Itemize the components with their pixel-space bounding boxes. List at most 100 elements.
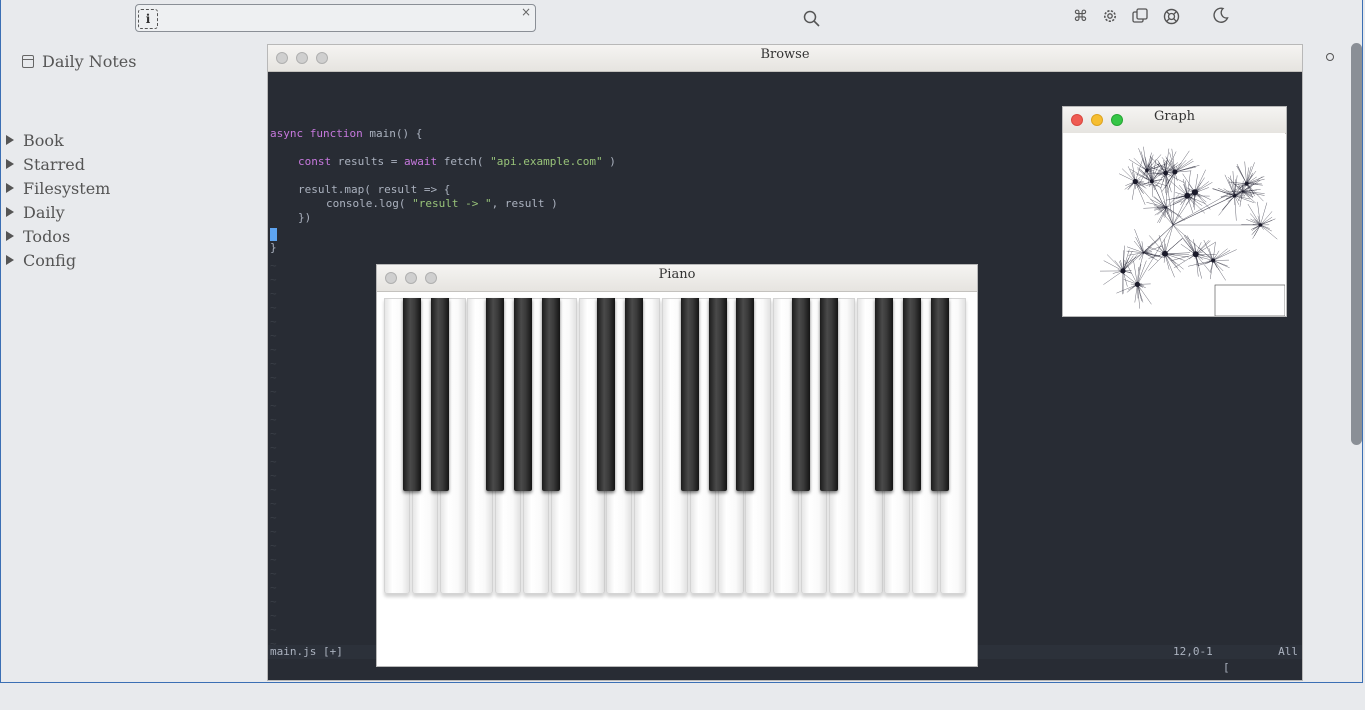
info-icon[interactable]: i — [138, 9, 158, 29]
empty-line-marker: ~ — [270, 329, 277, 342]
expand-arrow-icon[interactable] — [6, 255, 14, 265]
maximize-button[interactable] — [425, 272, 437, 284]
graph-window[interactable]: Graph — [1062, 106, 1287, 317]
daily-notes-link[interactable]: Daily Notes — [22, 52, 136, 71]
tree-item-book[interactable]: Book — [6, 128, 110, 152]
calendar-icon — [22, 55, 34, 68]
empty-line-marker: ~ — [270, 455, 277, 468]
piano-keyboard[interactable] — [384, 298, 969, 594]
graph-node — [1149, 179, 1154, 184]
code-line: } — [270, 241, 277, 254]
network-graph-image[interactable] — [1063, 133, 1285, 316]
piano-titlebar[interactable]: Piano — [377, 265, 977, 292]
piano-black-key[interactable] — [875, 298, 894, 491]
text-cursor — [270, 228, 277, 241]
minimize-button[interactable] — [296, 52, 308, 64]
daily-notes-label: Daily Notes — [42, 52, 137, 71]
tree-item-label: Book — [23, 130, 64, 150]
command-line[interactable]: [ — [1223, 661, 1230, 674]
empty-line-marker: ~ — [270, 623, 277, 636]
expand-arrow-icon[interactable] — [6, 183, 14, 193]
tree-item-todos[interactable]: Todos — [6, 224, 110, 248]
piano-black-key[interactable] — [819, 298, 838, 491]
search-icon[interactable] — [803, 10, 820, 27]
status-scroll: All — [1278, 645, 1298, 658]
minimize-button[interactable] — [1091, 114, 1103, 126]
close-button[interactable] — [276, 52, 288, 64]
copy-windows-icon[interactable] — [1132, 8, 1149, 24]
search-input[interactable]: i × — [135, 4, 536, 32]
tree-item-filesystem[interactable]: Filesystem — [6, 176, 110, 200]
graph-node — [1232, 193, 1237, 198]
empty-line-marker: ~ — [270, 511, 277, 524]
graph-edges — [1099, 146, 1278, 309]
clear-search-button[interactable]: × — [521, 5, 531, 19]
tree-item-daily[interactable]: Daily — [6, 200, 110, 224]
piano-black-key[interactable] — [736, 298, 755, 491]
window-title: Graph — [1153, 109, 1196, 124]
graph-node — [1120, 268, 1126, 274]
graph-node — [1172, 169, 1178, 175]
expand-arrow-icon[interactable] — [6, 135, 14, 145]
empty-line-marker: ~ — [270, 413, 277, 426]
close-button[interactable] — [1071, 114, 1083, 126]
piano-black-key[interactable] — [708, 298, 727, 491]
help-lifebuoy-icon[interactable] — [1163, 8, 1180, 25]
command-icon[interactable]: ⌘ — [1073, 7, 1088, 25]
graph-node — [1184, 192, 1191, 199]
graph-node — [1191, 189, 1198, 196]
graph-node — [1162, 250, 1168, 257]
code-line: }) — [298, 211, 312, 224]
expand-arrow-icon[interactable] — [6, 207, 14, 217]
empty-line-marker: ~ — [270, 357, 277, 370]
empty-line-marker: ~ — [270, 273, 277, 286]
tree-item-label: Daily — [23, 202, 65, 222]
empty-line-marker: ~ — [270, 385, 277, 398]
empty-line-marker: ~ — [270, 259, 277, 272]
tree-item-starred[interactable]: Starred — [6, 152, 110, 176]
expand-arrow-icon[interactable] — [6, 231, 14, 241]
piano-black-key[interactable] — [402, 298, 421, 491]
piano-black-key[interactable] — [625, 298, 644, 491]
graph-titlebar[interactable]: Graph — [1063, 107, 1286, 134]
piano-black-key[interactable] — [541, 298, 560, 491]
empty-line-marker: ~ — [270, 287, 277, 300]
piano-black-key[interactable] — [597, 298, 616, 491]
empty-line-marker: ~ — [270, 497, 277, 510]
graph-node — [1134, 281, 1140, 287]
graph-node — [1244, 181, 1249, 186]
empty-line-marker: ~ — [270, 609, 277, 622]
piano-black-key[interactable] — [792, 298, 810, 491]
maximize-button[interactable] — [316, 52, 328, 64]
vertical-scrollbar[interactable] — [1351, 43, 1362, 445]
window-controls — [385, 272, 437, 284]
maximize-button[interactable] — [1111, 114, 1123, 126]
piano-window[interactable]: Piano — [376, 264, 978, 667]
tree-item-config[interactable]: Config — [6, 248, 110, 272]
browse-titlebar[interactable]: Browse — [268, 45, 1302, 72]
empty-line-marker: ~ — [270, 301, 277, 314]
empty-line-marker: ~ — [270, 539, 277, 552]
code-line: result.map( result => { — [298, 183, 451, 196]
window-title: Piano — [658, 267, 696, 282]
settings-gear-icon[interactable] — [1102, 8, 1118, 24]
expand-arrow-icon[interactable] — [6, 159, 14, 169]
piano-black-key[interactable] — [903, 298, 922, 491]
empty-line-marker: ~ — [270, 343, 277, 356]
graph-node — [1163, 170, 1168, 176]
close-button[interactable] — [385, 272, 397, 284]
graph-node — [1142, 251, 1145, 254]
file-tree: Book Starred Filesystem Daily Todos Conf… — [6, 128, 110, 272]
empty-line-marker: ~ — [270, 315, 277, 328]
piano-black-key[interactable] — [486, 298, 505, 491]
empty-line-marker: ~ — [270, 469, 277, 482]
dark-mode-moon-icon[interactable] — [1212, 7, 1229, 24]
piano-black-key[interactable] — [430, 298, 449, 491]
piano-black-key[interactable] — [680, 298, 699, 491]
sidebar: Daily Notes Book Starred Filesystem Dail… — [0, 40, 266, 685]
empty-line-marker: ~ — [270, 595, 277, 608]
piano-black-key[interactable] — [514, 298, 532, 491]
empty-line-marker: ~ — [270, 567, 277, 580]
minimize-button[interactable] — [405, 272, 417, 284]
piano-black-key[interactable] — [931, 298, 949, 491]
